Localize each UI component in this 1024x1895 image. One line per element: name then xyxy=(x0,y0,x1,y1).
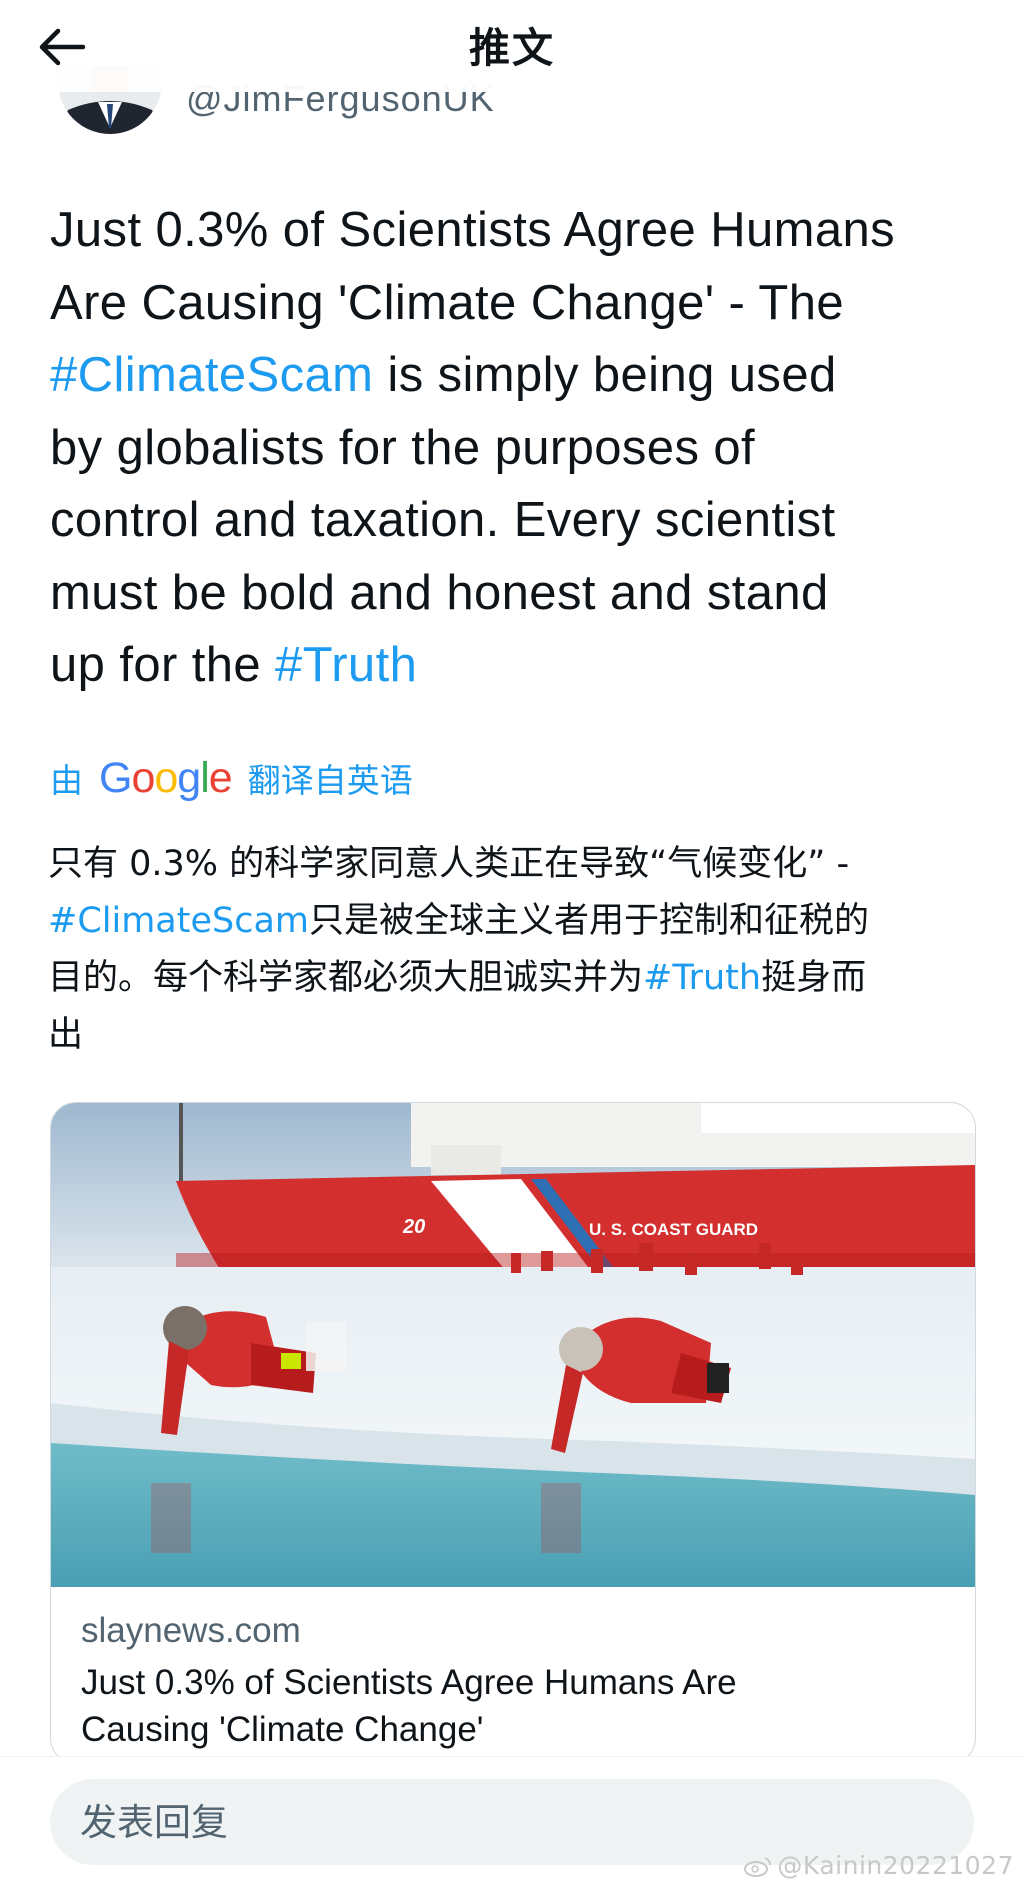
translated-segment: 挺身而 xyxy=(761,958,867,998)
card-image: 20 U. S. COAST GUARD xyxy=(51,1103,975,1587)
tweet-text-segment: Just 0.3% of Scientists Agree Humans xyxy=(50,203,896,257)
tweet-line: control and taxation. Every scientist xyxy=(50,484,990,557)
translated-segment: 目的。每个科学家都必须大胆诚实并为 xyxy=(48,958,644,998)
translated-text: 只有 0.3% 的科学家同意人类正在导致“气候变化” - #ClimateSca… xyxy=(48,836,988,1064)
google-letter: o xyxy=(154,753,178,802)
page-title: 推文 xyxy=(469,24,555,72)
hashtag-climatescam-link[interactable]: #ClimateScam xyxy=(48,901,309,941)
translated-segment: 只是被全球主义者用于控制和征税的 xyxy=(309,901,870,941)
tweet-line: Are Causing 'Climate Change' - The xyxy=(50,267,990,340)
translation-attribution[interactable]: 由 Google 翻译自英语 xyxy=(50,752,413,804)
translated-segment: 出 xyxy=(48,1015,84,1055)
link-preview-card[interactable]: 20 U. S. COAST GUARD slaynews.com Just 0… xyxy=(50,1102,976,1764)
translation-suffix: 翻译自英语 xyxy=(247,761,413,800)
google-letter: l xyxy=(200,753,210,802)
ship-number: 20 xyxy=(402,1216,425,1238)
hashtag-truth-link[interactable]: #Truth xyxy=(275,638,417,692)
watermark: @Kainin20221027 xyxy=(743,1851,1014,1880)
hashtag-climatescam-link[interactable]: #ClimateScam xyxy=(50,348,373,402)
tweet-line: by globalists for the purposes of xyxy=(50,412,990,485)
ship-marking: U. S. COAST GUARD xyxy=(589,1220,758,1239)
tweet-text-segment: Are Causing 'Climate Change' - The xyxy=(50,275,845,330)
tweet-line: Just 0.3% of Scientists Agree Humans xyxy=(50,194,990,267)
card-title-line: Just 0.3% of Scientists Agree Humans Are xyxy=(81,1663,737,1702)
translated-line: 出 xyxy=(48,1007,988,1064)
translation-prefix: 由 xyxy=(50,761,83,800)
translated-segment: 只有 0.3% 的科学家同意人类正在导致“气候变化” - xyxy=(48,844,850,884)
tweet-text-segment: control and taxation. Every scientist xyxy=(50,493,836,547)
tweet-text-segment: is simply being used xyxy=(373,348,837,402)
tweet-text-segment: must be bold and honest and stand xyxy=(50,565,829,620)
google-letter: G xyxy=(99,753,132,802)
google-logo: Google xyxy=(99,753,233,803)
tweet-line: up for the #Truth xyxy=(50,629,990,702)
google-letter: o xyxy=(131,753,155,802)
translated-line: 目的。每个科学家都必须大胆诚实并为#Truth挺身而 xyxy=(48,950,988,1007)
top-bar: 推文 xyxy=(0,0,1024,92)
card-title-line: Causing 'Climate Change' xyxy=(81,1710,484,1749)
tweet-text-segment: up for the xyxy=(50,638,276,692)
tweet-text-segment: by globalists for the purposes of xyxy=(50,420,756,475)
tweet-line: #ClimateScam is simply being used xyxy=(50,339,990,412)
translated-line: 只有 0.3% 的科学家同意人类正在导致“气候变化” - xyxy=(48,836,988,893)
hashtag-truth-link[interactable]: #Truth xyxy=(643,958,761,998)
watermark-text: @Kainin20221027 xyxy=(777,1851,1014,1880)
translated-line: #ClimateScam只是被全球主义者用于控制和征税的 xyxy=(48,893,988,950)
weibo-logo-icon xyxy=(744,1856,772,1877)
tweet-line: must be bold and honest and stand xyxy=(50,557,990,630)
tweet-text: Just 0.3% of Scientists Agree Humans Are… xyxy=(50,194,990,702)
card-domain: slaynews.com xyxy=(81,1611,301,1650)
google-letter: g xyxy=(177,753,201,802)
card-title: Just 0.3% of Scientists Agree Humans Are… xyxy=(81,1659,941,1753)
google-letter: e xyxy=(208,753,233,802)
